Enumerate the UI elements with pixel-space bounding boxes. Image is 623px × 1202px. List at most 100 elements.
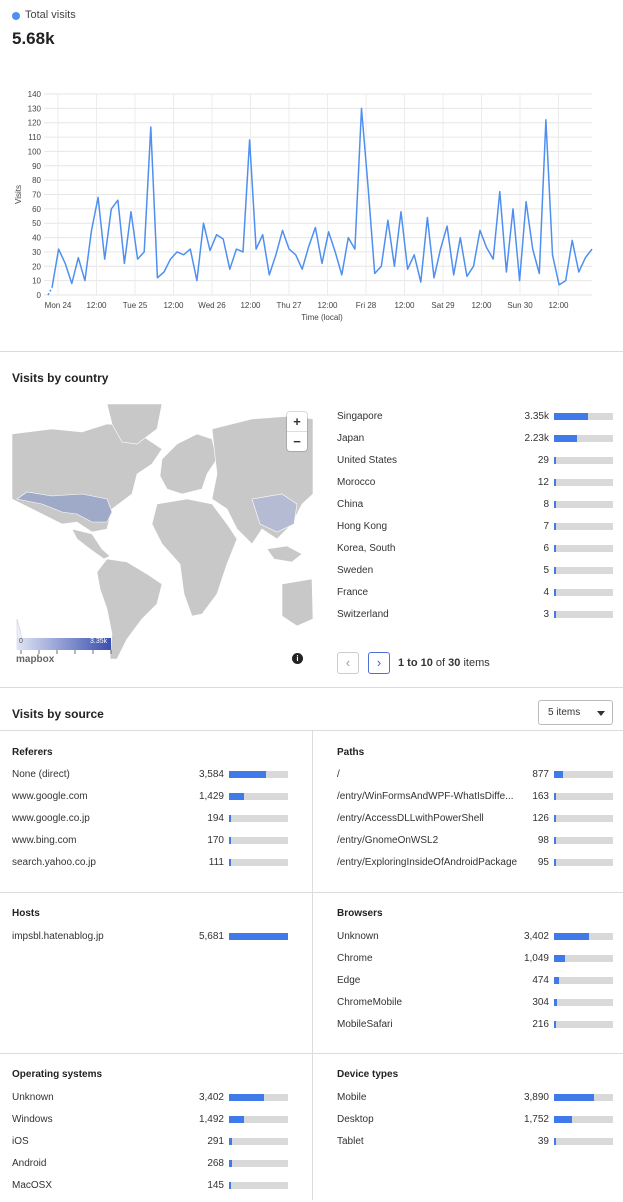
path-row[interactable]: /entry/AccessDLLwithPowerShell 126 — [337, 813, 613, 835]
country-row-value: 12 — [537, 477, 549, 488]
country-row[interactable]: Korea, South 6 — [337, 543, 613, 565]
paths-title: Paths — [337, 747, 365, 758]
info-icon[interactable]: i — [292, 653, 303, 664]
world-map[interactable]: 3.35k 0 + − mapbox i — [12, 404, 313, 676]
path-row-bar — [554, 859, 613, 866]
country-row[interactable]: Morocco 12 — [337, 477, 613, 499]
country-row-bar-fill — [554, 545, 556, 552]
x-tick-label: 12:00 — [471, 301, 492, 310]
x-tick-label: 12:00 — [548, 301, 569, 310]
country-row-value: 6 — [543, 543, 549, 554]
device-row[interactable]: Desktop 1,752 — [337, 1114, 613, 1136]
country-row[interactable]: France 4 — [337, 587, 613, 609]
country-row-bar-fill — [554, 501, 556, 508]
os-row[interactable]: Windows 1,492 — [12, 1114, 288, 1136]
device-row[interactable]: Tablet 39 — [337, 1136, 613, 1158]
device-row[interactable]: Mobile 3,890 — [337, 1092, 613, 1114]
country-row[interactable]: Sweden 5 — [337, 565, 613, 587]
browser-row[interactable]: Chrome 1,049 — [337, 953, 613, 975]
pager-next-button[interactable]: › — [368, 652, 390, 674]
x-tick-label: Mon 24 — [45, 301, 72, 310]
hosts-title: Hosts — [12, 908, 40, 919]
country-row-bar-fill — [554, 567, 556, 574]
country-row-value: 3.35k — [524, 411, 549, 422]
x-tick-label: 12:00 — [86, 301, 107, 310]
browser-row-bar-fill — [554, 933, 590, 940]
country-row[interactable]: Hong Kong 7 — [337, 521, 613, 543]
x-tick-label: Fri 28 — [356, 301, 377, 310]
country-row-value: 8 — [543, 499, 549, 510]
country-section-title: Visits by country — [12, 371, 109, 385]
referer-row-bar-fill — [229, 837, 231, 844]
os-row[interactable]: MacOSX 145 — [12, 1180, 288, 1202]
path-row-label: / — [337, 769, 340, 780]
device-row-bar — [554, 1138, 613, 1145]
host-row[interactable]: impsbl.hatenablog.jp 5,681 — [12, 931, 288, 953]
path-row[interactable]: /entry/GnomeOnWSL2 98 — [337, 835, 613, 857]
referer-row[interactable]: www.bing.com 170 — [12, 835, 288, 857]
zoom-out-button[interactable]: − — [287, 431, 307, 451]
os-row-value: 3,402 — [198, 1092, 224, 1103]
visits-line-chart[interactable]: 0 10 20 30 40 50 60 70 80 90 100 110 120 130 140 Mon 24… — [0, 80, 623, 330]
pager-summary: 1 to 10 of 30 items — [398, 657, 490, 669]
mapbox-logo[interactable]: mapbox — [16, 654, 54, 665]
os-row-bar-fill — [229, 1182, 231, 1189]
x-tick-label: 12:00 — [240, 301, 261, 310]
zoom-in-button[interactable]: + — [287, 412, 307, 431]
os-row-label: Windows — [12, 1114, 53, 1125]
country-row[interactable]: United States 29 — [337, 455, 613, 477]
series-line[interactable] — [51, 107, 593, 288]
country-row[interactable]: China 8 — [337, 499, 613, 521]
path-row[interactable]: /entry/WinFormsAndWPF-WhatIsDiffe... 163 — [337, 791, 613, 813]
browser-row-bar-fill — [554, 977, 559, 984]
os-row[interactable]: Android 268 — [12, 1158, 288, 1180]
browser-row-bar — [554, 999, 613, 1006]
browser-row[interactable]: MobileSafari 216 — [337, 1019, 613, 1041]
referer-row[interactable]: None (direct) 3,584 — [12, 769, 288, 791]
referer-row-label: www.bing.com — [12, 835, 77, 846]
items-per-page-select[interactable]: 5 items — [538, 700, 613, 725]
country-row-bar — [554, 589, 613, 596]
divider — [0, 1053, 623, 1054]
y-tick-label: 100 — [28, 147, 42, 156]
os-row[interactable]: iOS 291 — [12, 1136, 288, 1158]
country-row[interactable]: Switzerland 3 — [337, 609, 613, 631]
os-row-bar-fill — [229, 1138, 232, 1145]
browser-row[interactable]: Unknown 3,402 — [337, 931, 613, 953]
path-row[interactable]: / 877 — [337, 769, 613, 791]
os-row-bar — [229, 1182, 288, 1189]
referer-row[interactable]: www.google.com 1,429 — [12, 791, 288, 813]
referer-row-value: 194 — [207, 813, 224, 824]
path-row-bar-fill — [554, 771, 563, 778]
browser-row[interactable]: ChromeMobile 304 — [337, 997, 613, 1019]
y-tick-label: 70 — [32, 191, 41, 200]
device-row-value: 39 — [537, 1136, 549, 1147]
browser-row-bar-fill — [554, 999, 557, 1006]
y-tick-label: 20 — [32, 262, 41, 271]
device-row-label: Tablet — [337, 1136, 364, 1147]
referer-row-value: 1,429 — [198, 791, 224, 802]
country-row-bar — [554, 501, 613, 508]
pager-total: 30 — [448, 657, 461, 669]
path-row[interactable]: /entry/ExploringInsideOfAndroidPackage 95 — [337, 857, 613, 879]
country-row[interactable]: Japan 2.23k — [337, 433, 613, 455]
referer-row-label: None (direct) — [12, 769, 70, 780]
os-row-value: 291 — [207, 1136, 224, 1147]
country-row-value: 7 — [543, 521, 549, 532]
browser-row-label: MobileSafari — [337, 1019, 393, 1030]
referer-row[interactable]: www.google.co.jp 194 — [12, 813, 288, 835]
device-row-value: 3,890 — [523, 1092, 549, 1103]
country-row-label: Sweden — [337, 565, 374, 576]
browser-row[interactable]: Edge 474 — [337, 975, 613, 997]
referer-row[interactable]: search.yahoo.co.jp 111 — [12, 857, 288, 879]
os-row-bar — [229, 1138, 288, 1145]
path-row-value: 95 — [537, 857, 549, 868]
series-legend-label[interactable]: Total visits — [25, 9, 76, 21]
country-row[interactable]: Singapore 3.35k — [337, 411, 613, 433]
os-row-value: 1,492 — [198, 1114, 224, 1125]
pager-prev-button[interactable]: ‹ — [337, 652, 359, 674]
path-row-value: 163 — [532, 791, 549, 802]
os-row[interactable]: Unknown 3,402 — [12, 1092, 288, 1114]
browser-row-bar — [554, 1021, 613, 1028]
y-tick-label: 0 — [37, 291, 42, 300]
